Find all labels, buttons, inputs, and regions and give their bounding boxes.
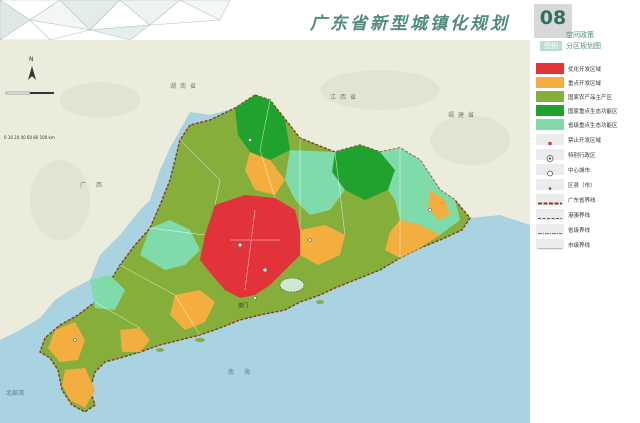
legend-label: 国家重点生态功能区 (568, 109, 618, 115)
legend-item-provincial-eco: 省级重点生态功能区 (536, 119, 636, 131)
legend-label: 重点开发区域 (568, 81, 602, 87)
province-label-hunan: 湖南省 (170, 83, 201, 90)
province-boundary-line-icon (536, 194, 564, 205)
red-dot-icon (536, 134, 564, 146)
legend-swatch (536, 91, 564, 102)
subtitle-line-1: 空间政策 (566, 31, 594, 39)
subtitle-line-2: 分区规划图 (566, 42, 601, 50)
hkmacau-boundary-line-icon (536, 209, 564, 220)
sar-symbol-icon (536, 149, 564, 162)
legend-label: 禁止开发区域 (568, 138, 602, 144)
legend-tag-text: 图例 (544, 42, 558, 50)
legend-item-optimized: 优化开发区域 (536, 63, 636, 75)
legend-item-central-city: 中心城市 (536, 164, 636, 177)
legend-label: 市级界线 (568, 243, 591, 249)
province-label-guangxi: 广西 (80, 182, 113, 189)
legend-item-county: 区县（市） (536, 179, 636, 191)
legend-label: 国家农产品主产区 (568, 95, 613, 101)
city-boundary-line-icon (536, 239, 564, 250)
scale-bar (5, 91, 54, 95)
legend-swatch (536, 63, 564, 74)
legend-label: 广东省界线 (568, 198, 596, 204)
legend-swatch (536, 105, 564, 116)
header: 广东省新型城镇化规划 08 (0, 0, 640, 40)
compass-label: N (29, 56, 34, 63)
header-decoration (0, 0, 230, 40)
legend-item-key-development: 重点开发区域 (536, 77, 636, 89)
legend-item-prohibited: 禁止开发区域 (536, 134, 636, 146)
legend-label: 特别行政区 (568, 153, 596, 159)
legend-label: 省级重点生态功能区 (568, 123, 618, 129)
map-canvas (0, 40, 530, 413)
sea-label-south-china-sea: 南海 (228, 369, 261, 376)
legend-item-hkmacau-boundary: 港澳界线 (536, 209, 636, 221)
legend-tag: 图例 (540, 41, 562, 51)
legend-swatch (536, 77, 564, 88)
legend-label: 中心城市 (568, 168, 591, 174)
provincial-boundary-line-icon (536, 224, 564, 235)
county-dot-icon (536, 179, 564, 190)
legend-label: 优化开发区域 (568, 67, 602, 73)
hong-kong-island (279, 277, 305, 293)
legend-label: 港澳界线 (568, 213, 591, 219)
scale-text: 0 10 20 40 60 80 100 km (4, 135, 55, 140)
legend-item-city-boundary: 市级界线 (536, 239, 636, 251)
legend-swatch (536, 119, 564, 130)
legend-label: 省级界线 (568, 228, 591, 234)
legend-item-sar: 特别行政区 (536, 149, 636, 162)
city-label-macau: 澳门 (238, 303, 249, 309)
map: 湖南省 江西省 福建省 广西 澳门 南海 北部湾 0 10 20 40 60 8… (0, 40, 530, 423)
sea-label-beibu-gulf: 北部湾 (6, 390, 25, 397)
province-label-fujian: 福建省 (448, 112, 479, 119)
page-title: 广东省新型城镇化规划 (310, 14, 510, 34)
legend-item-province-boundary: 广东省界线 (536, 194, 636, 206)
legend-item-provincial-level-boundary: 省级界线 (536, 224, 636, 236)
province-label-jiangxi: 江西省 (330, 94, 361, 101)
section-number: 08 (539, 7, 567, 29)
legend-item-national-eco: 国家重点生态功能区 (536, 105, 636, 117)
compass-icon: N (26, 56, 38, 88)
legend-item-agricultural: 国家农产品主产区 (536, 91, 636, 103)
legend-label: 区县（市） (568, 183, 596, 189)
city-ring-icon (536, 164, 564, 177)
map-subtitle: 空间政策 分区规划图 (566, 30, 601, 52)
